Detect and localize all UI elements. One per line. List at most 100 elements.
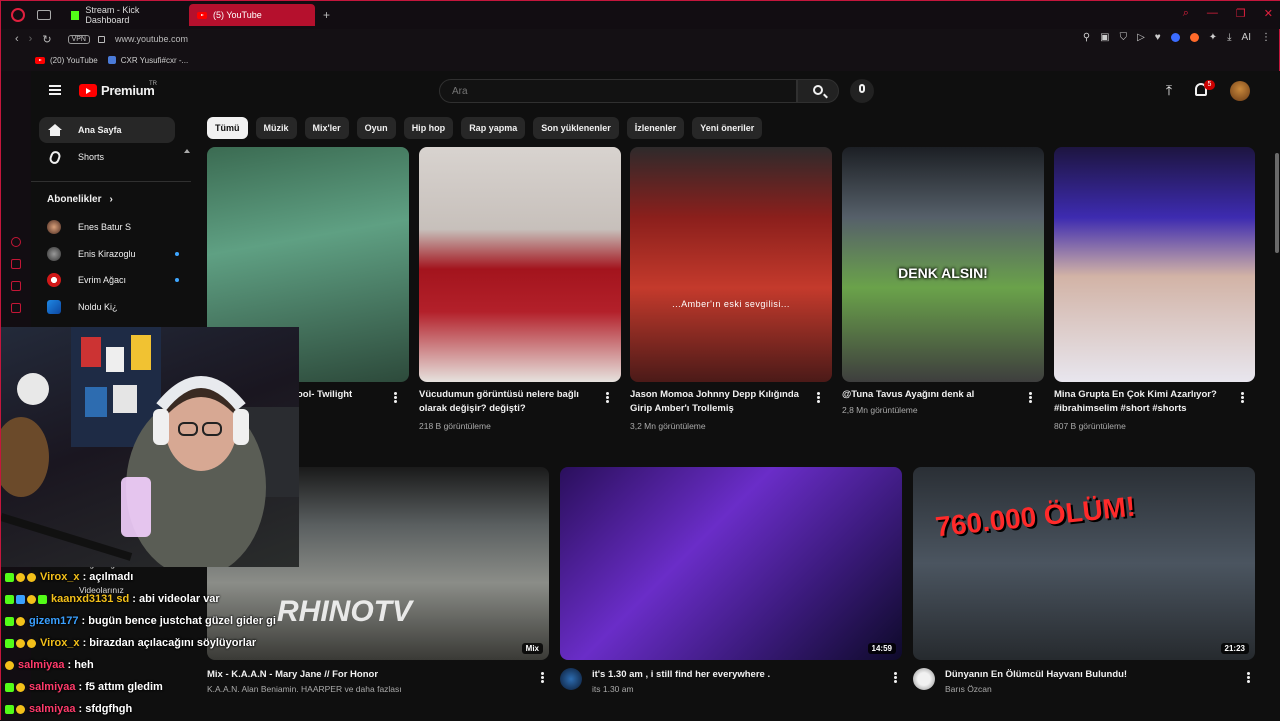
bookmark-cxr[interactable]: CXR Yusufi#cxr -... (107, 55, 189, 65)
page-scrollbar[interactable] (1275, 153, 1279, 253)
nav-label: Ana Sayfa (78, 125, 122, 135)
url-field[interactable]: www.youtube.com (115, 34, 188, 44)
pin-icon[interactable]: ⚲ (1083, 32, 1090, 43)
chip[interactable]: Oyun (356, 117, 396, 139)
chip[interactable]: Tümü (207, 117, 248, 139)
video-title[interactable]: Jason Momoa Johnny Depp Kılığında Girip … (630, 388, 810, 416)
more-options-icon[interactable] (394, 392, 397, 403)
subscription-item[interactable]: Enis Kirazoglu (47, 244, 179, 264)
video-views: 2,8 Mn görüntüleme (842, 405, 918, 415)
snapshot-icon[interactable]: ▣ (1100, 32, 1109, 43)
tab-youtube[interactable]: (5) YouTube (189, 4, 315, 26)
account-avatar[interactable] (1230, 81, 1250, 101)
chat-badge-icon (5, 572, 14, 582)
lock-icon[interactable] (97, 35, 105, 43)
extension-toolbar: ⚲ ▣ ⛉ ▷ ♥ ✦ ⤓ AI ⋮ (1083, 32, 1271, 43)
nav-item-home[interactable]: Ana Sayfa (39, 117, 175, 143)
chip[interactable]: Son yüklenenler (533, 117, 619, 139)
search-input[interactable] (440, 80, 796, 102)
chip[interactable]: Müzik (255, 117, 297, 139)
subscriptions-header[interactable]: Abonelikler › (47, 194, 113, 205)
maximize-icon[interactable]: ❐ (1236, 7, 1246, 20)
chat-message: Virox_x: birazdan açılacağını söylüyorla… (5, 634, 256, 652)
video-title[interactable]: Dünyanın En Ölümcül Hayvanı Bulundu! (945, 668, 1235, 682)
tab-kick-dashboard[interactable]: Stream - Kick Dashboard (63, 4, 187, 26)
nav-item-shorts[interactable]: Shorts (39, 144, 175, 170)
search-tabs-icon[interactable]: ⌕ (1183, 7, 1189, 20)
bookmark-label: CXR Yusufi#cxr -... (120, 55, 189, 65)
subscriptions-title: Abonelikler (47, 194, 102, 205)
video-title[interactable]: ool- Twilight (297, 388, 407, 402)
vpn-badge[interactable]: VPN (67, 34, 90, 44)
video-title[interactable]: Mina Grupta En Çok Kimi Azarlıyor? #ibra… (1054, 388, 1234, 416)
more-options-icon[interactable] (541, 672, 544, 683)
more-options-icon[interactable] (817, 392, 820, 403)
back-icon[interactable]: ‹ (15, 33, 19, 45)
more-options-icon[interactable] (606, 392, 609, 403)
video-thumbnail[interactable]: 760.000 ÖLÜM! 21:23 (913, 467, 1255, 660)
player-icon[interactable]: ▷ (1137, 32, 1145, 43)
extension-orange-icon[interactable] (1189, 33, 1199, 42)
workspaces-icon[interactable] (37, 10, 51, 20)
chat-badge-icon (27, 572, 36, 582)
channel-avatar[interactable] (560, 668, 582, 690)
subscription-item[interactable]: Noldu Ki¿ (47, 297, 177, 317)
video-thumbnail[interactable]: 14:59 (560, 467, 902, 660)
video-title[interactable]: it's 1.30 am , i still find her everywhe… (592, 668, 882, 682)
video-title[interactable]: Vücudumun görüntüsü nelere bağlı olarak … (419, 388, 599, 416)
new-tab-button[interactable]: + (323, 8, 330, 22)
wallet-icon[interactable] (11, 259, 21, 269)
more-options-icon[interactable] (894, 672, 897, 683)
scroll-up-icon[interactable] (184, 149, 190, 153)
shield-icon[interactable]: ⛉ (1120, 32, 1128, 43)
more-options-icon[interactable] (1029, 392, 1032, 403)
subscription-name: Enes Batur S (78, 222, 132, 232)
heart-icon[interactable]: ♥ (1155, 32, 1161, 43)
youtube-premium-logo[interactable]: Premium (79, 83, 155, 98)
window-controls: ⌕ — ❐ ✕ (1183, 7, 1273, 20)
menu-icon[interactable]: ⋮ (1261, 32, 1271, 43)
video-thumbnail[interactable]: ...Amber'ın eski sevgilisi... (630, 147, 832, 382)
forward-icon[interactable]: › (29, 33, 33, 45)
chip[interactable]: Yeni öneriler (692, 117, 763, 139)
search-button[interactable] (797, 79, 839, 103)
nav-divider (31, 181, 191, 182)
close-icon[interactable]: ✕ (1264, 7, 1273, 20)
extensions-icon[interactable]: ✦ (1209, 32, 1217, 43)
chat-message: salmiyaa: heh (5, 656, 94, 674)
chip[interactable]: Mix'ler (304, 117, 349, 139)
more-options-icon[interactable] (1247, 672, 1250, 683)
subscription-item[interactable]: Enes Batur S (47, 217, 177, 237)
minimize-icon[interactable]: — (1207, 7, 1218, 20)
chip[interactable]: Rap yapma (461, 117, 526, 139)
extension-blue-icon[interactable] (1170, 33, 1180, 42)
youtube-favicon-icon (35, 56, 45, 64)
messenger-icon[interactable] (11, 281, 21, 291)
browser-window: Stream - Kick Dashboard (5) YouTube + ⌕ … (0, 0, 1280, 721)
tab-bar: Stream - Kick Dashboard (5) YouTube + ⌕ … (1, 1, 1280, 29)
video-title[interactable]: @Tuna Tavus Ayağını denk al (842, 388, 1022, 402)
kick-favicon-icon (71, 10, 80, 20)
history-icon[interactable] (11, 237, 21, 247)
mail-icon[interactable] (11, 303, 21, 313)
address-bar: ‹ › ↻ VPN www.youtube.com ⚲ ▣ ⛉ ▷ ♥ ✦ ⤓ … (1, 29, 1280, 49)
video-thumbnail[interactable] (1054, 147, 1255, 382)
upload-icon[interactable]: ⤒ (1163, 83, 1175, 97)
more-options-icon[interactable] (1241, 392, 1244, 403)
chip[interactable]: Hip hop (403, 117, 454, 139)
downloads-icon[interactable]: ⤓ (1227, 32, 1231, 43)
chat-message: Virox_x: açılmadı (5, 568, 133, 586)
reload-icon[interactable]: ↻ (42, 33, 51, 46)
aria-ai-button[interactable]: AI (1242, 32, 1251, 43)
subscription-item[interactable]: Evrim Ağacı (47, 270, 179, 290)
chip[interactable]: İzlenenler (626, 117, 685, 139)
voice-search-button[interactable] (850, 79, 874, 103)
hamburger-menu-icon[interactable] (49, 85, 61, 95)
chat-badge-icon (5, 682, 14, 692)
video-thumbnail[interactable] (419, 147, 621, 382)
bookmark-youtube[interactable]: (20) YouTube (35, 56, 98, 65)
channel-avatar[interactable] (913, 668, 935, 690)
opera-logo-icon[interactable] (11, 8, 25, 22)
thumbnail-headline: 760.000 ÖLÜM! (933, 490, 1137, 543)
video-thumbnail[interactable]: DENK ALSIN! (842, 147, 1044, 382)
